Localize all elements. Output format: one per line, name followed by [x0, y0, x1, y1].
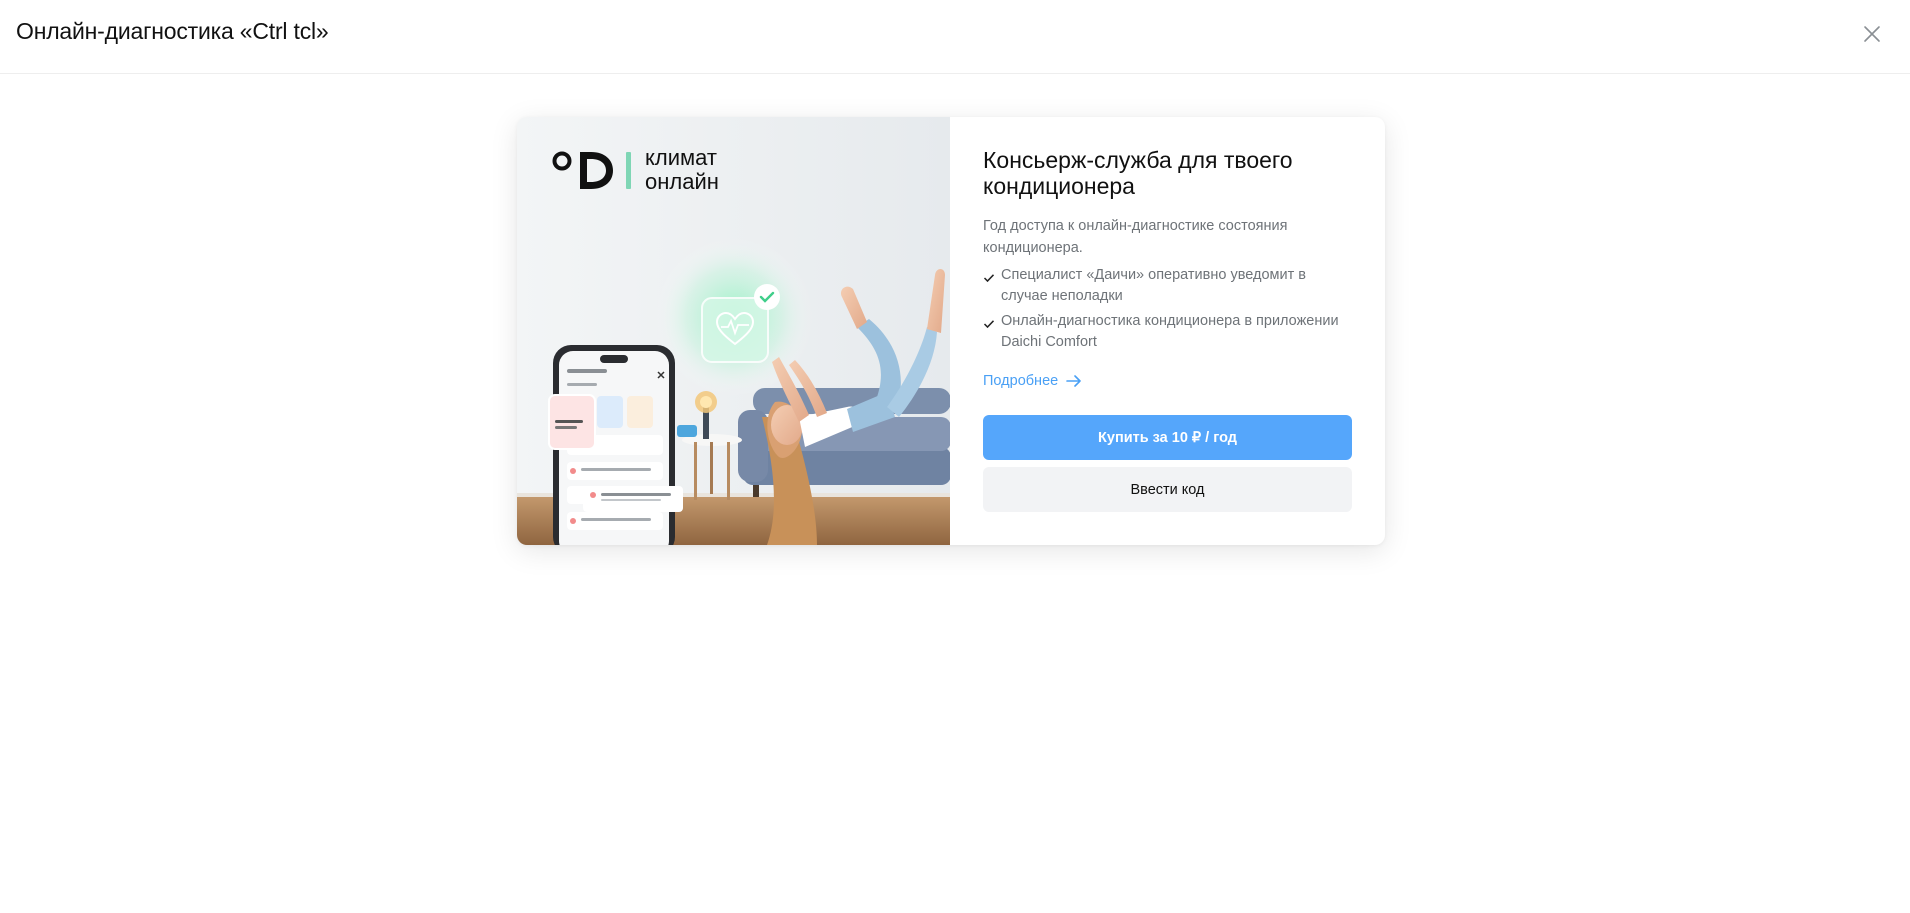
phone-mockup [548, 345, 683, 545]
promo-description: Год доступа к онлайн-диагностике состоян… [983, 218, 1288, 256]
logo-line-2: онлайн [645, 169, 719, 194]
enter-code-button[interactable]: Ввести код [983, 467, 1352, 512]
promo-illustration: климат онлайн [517, 117, 950, 545]
arrow-right-icon [1066, 375, 1082, 387]
dialog-header: Онлайн-диагностика «Ctrl tcl» [0, 0, 1910, 74]
feature-item: Специалист «Даичи» оперативно уведомит в… [983, 265, 1352, 307]
feature-text: Онлайн-диагностика кондиционера в прилож… [1001, 313, 1339, 350]
klimat-online-logo: климат онлайн [551, 146, 719, 194]
promo-content: Консьерж-служба для твоего кондиционера … [950, 117, 1385, 545]
buy-subscription-button[interactable]: Купить за 10 ₽ / год [983, 415, 1352, 460]
feature-text: Специалист «Даичи» оперативно уведомит в… [1001, 267, 1306, 304]
logo-line-1: климат [645, 145, 717, 170]
promo-title: Консьерж-служба для твоего кондиционера [983, 147, 1293, 199]
close-button[interactable] [1860, 22, 1884, 46]
more-details-label: Подробнее [983, 373, 1059, 389]
check-icon [983, 265, 1001, 307]
promo-card: климат онлайн Консьерж-служба для твоего… [517, 117, 1385, 545]
more-details-link[interactable]: Подробнее [983, 373, 1082, 389]
dialog-title: Онлайн-диагностика «Ctrl tcl» [16, 18, 329, 44]
logo-mark [552, 151, 631, 189]
feature-item: Онлайн-диагностика кондиционера в прилож… [983, 311, 1352, 353]
check-icon [983, 311, 1001, 353]
close-icon [1864, 26, 1880, 42]
feature-list: Специалист «Даичи» оперативно уведомит в… [983, 265, 1352, 353]
